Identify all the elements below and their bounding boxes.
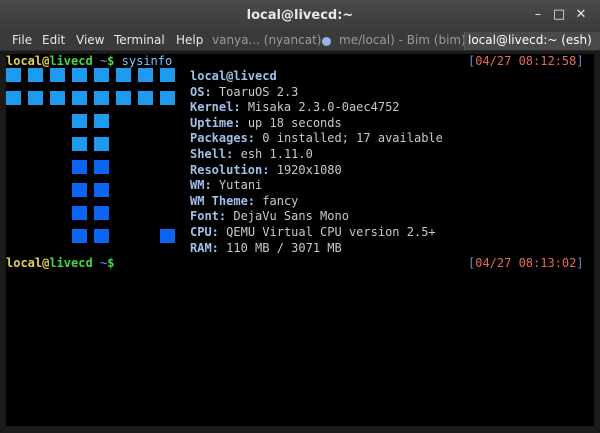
sysinfo-label: Uptime: — [190, 115, 241, 130]
logo-block — [94, 91, 109, 105]
logo-block — [116, 91, 131, 105]
prompt-command: sysinfo — [121, 54, 173, 68]
menu-terminal[interactable]: Terminal — [114, 33, 165, 47]
minimize-button[interactable]: – — [530, 7, 546, 23]
timestamp-1: [04/27 08:12:58] — [468, 54, 584, 68]
logo-block — [50, 68, 65, 82]
logo-block — [72, 114, 87, 128]
prompt-user: local — [6, 54, 43, 68]
sysinfo-value: up 18 seconds — [247, 115, 342, 130]
close-button[interactable]: ✕ — [573, 7, 589, 23]
tab-nyancat[interactable]: vanya... (nyancat) — [212, 33, 321, 47]
sysinfo-label: WM Theme: — [190, 193, 256, 208]
window-title: local@livecd:~ — [246, 8, 354, 23]
title-bar[interactable]: local@livecd:~ – □ ✕ — [0, 0, 600, 32]
maximize-button[interactable]: □ — [551, 7, 567, 23]
logo-block — [72, 91, 87, 105]
sysinfo-row: Resolution: 1920x1080 — [190, 163, 342, 178]
sysinfo-value: 1920x1080 — [276, 162, 342, 177]
logo-block — [28, 68, 43, 82]
tab-indicator-icon — [322, 37, 331, 46]
logo-block — [160, 68, 175, 82]
prompt-symbol: $ — [107, 54, 115, 68]
sysinfo-label: OS: — [190, 84, 212, 99]
sysinfo-label: Shell: — [190, 147, 234, 161]
terminal-window: local@livecd:~ – □ ✕ File Edit View Term… — [0, 0, 600, 433]
logo-block — [72, 160, 87, 174]
sysinfo-value: Misaka 2.3.0-0aec4752 — [247, 100, 400, 115]
sysinfo-value: ToaruOS 2.3 — [218, 84, 299, 99]
sysinfo-row: Uptime: up 18 seconds — [190, 116, 342, 131]
menu-edit[interactable]: Edit — [42, 33, 65, 47]
sysinfo-value: QEMU Virtual CPU version 2.5+ — [226, 225, 436, 239]
sysinfo-label: CPU: — [190, 225, 219, 239]
sysinfo-label: Resolution: — [190, 162, 270, 177]
logo-block — [28, 91, 43, 105]
tab-bim[interactable]: me/local) - Bim (bim) — [339, 33, 466, 47]
sysinfo-row: Shell: esh 1.11.0 — [190, 147, 313, 162]
logo-block — [6, 91, 21, 105]
logo-block — [94, 183, 109, 197]
logo-block — [72, 206, 87, 220]
prompt-line-1: local@livecd ~$ sysinfo — [6, 54, 172, 69]
prompt-line-2: local@livecd ~$ — [6, 256, 115, 270]
sysinfo-value: fancy — [262, 193, 299, 208]
terminal-area[interactable]: local@livecd ~$ sysinfo [04/27 08:12:58]… — [6, 54, 594, 426]
logo-block — [6, 68, 21, 82]
sysinfo-value: 0 installed; 17 available — [262, 131, 443, 146]
logo-block — [50, 91, 65, 105]
sysinfo-label: Kernel: — [190, 100, 241, 115]
logo-block — [94, 229, 109, 243]
sysinfo-row: RAM: 110 MB / 3071 MB — [190, 241, 342, 256]
tab-esh[interactable]: local@livecd:~ (esh) — [468, 33, 592, 47]
sysinfo-header: local@livecd — [190, 69, 277, 83]
logo-block — [72, 137, 87, 151]
menu-view[interactable]: View — [76, 33, 104, 47]
sysinfo-value: 110 MB / 3071 MB — [226, 240, 342, 255]
sysinfo-value: Yutani — [218, 178, 263, 193]
sysinfo-label: Font: — [190, 209, 227, 224]
logo-block — [94, 160, 109, 174]
logo-block — [72, 229, 87, 243]
logo-block — [72, 183, 87, 197]
menu-file[interactable]: File — [12, 33, 32, 47]
prompt-path: ~ — [92, 54, 108, 68]
logo-block — [116, 68, 131, 82]
logo-block — [94, 206, 109, 220]
sysinfo-row: WM Theme: fancy — [190, 194, 298, 209]
timestamp-2: [04/27 08:13:02] — [468, 256, 584, 270]
sysinfo-label: RAM: — [190, 240, 219, 255]
menu-bar: File Edit View Terminal Help vanya... (n… — [0, 32, 600, 51]
menu-help[interactable]: Help — [176, 33, 203, 47]
sysinfo-row: WM: Yutani — [190, 178, 262, 193]
sysinfo-row: Kernel: Misaka 2.3.0-0aec4752 — [190, 100, 400, 115]
sysinfo-label: WM: — [190, 178, 212, 193]
sysinfo-row: OS: ToaruOS 2.3 — [190, 85, 298, 100]
logo-block — [138, 91, 153, 105]
logo-block — [160, 91, 175, 105]
logo-block — [94, 68, 109, 82]
logo-block — [72, 68, 87, 82]
sysinfo-label: Packages: — [190, 131, 256, 146]
logo-block — [160, 229, 175, 243]
sysinfo-row: CPU: QEMU Virtual CPU version 2.5+ — [190, 225, 436, 240]
sysinfo-value: esh 1.11.0 — [240, 147, 313, 161]
logo-block — [138, 68, 153, 82]
sysinfo-value: DejaVu Sans Mono — [233, 209, 349, 224]
logo-block — [94, 114, 109, 128]
logo-block — [94, 137, 109, 151]
sysinfo-row: Font: DejaVu Sans Mono — [190, 209, 349, 224]
prompt-host: livecd — [49, 54, 93, 68]
sysinfo-row: Packages: 0 installed; 17 available — [190, 131, 443, 146]
